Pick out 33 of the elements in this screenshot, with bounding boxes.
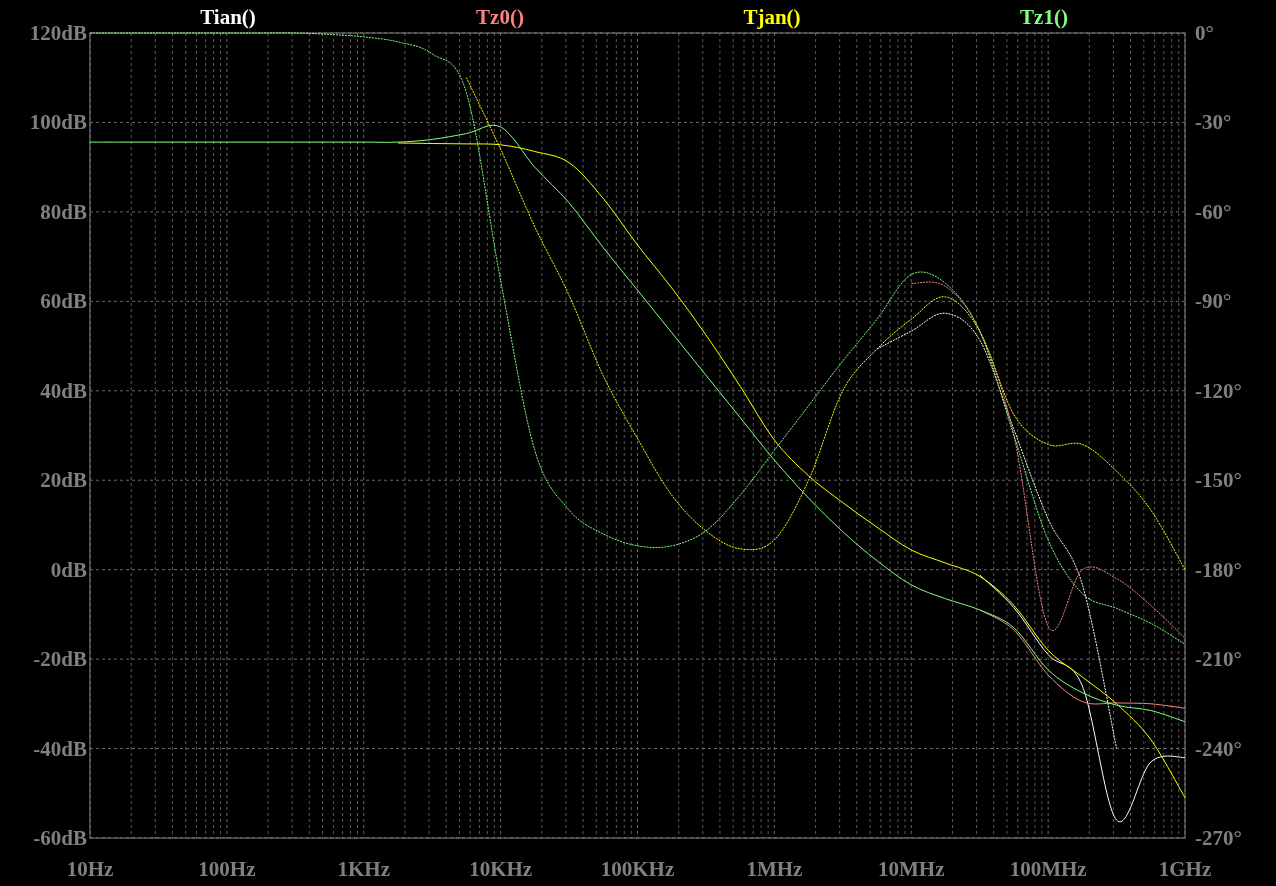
axis-label: -60° bbox=[1195, 199, 1232, 224]
axis-label: -30° bbox=[1195, 110, 1232, 135]
axis-label: 60dB bbox=[40, 289, 87, 314]
axis-label: -270° bbox=[1195, 826, 1242, 850]
axis-label: 10Hz bbox=[66, 857, 114, 881]
axis-label: -20dB bbox=[33, 647, 87, 672]
legend-label: Tz0() bbox=[476, 5, 524, 29]
axis-label: 1GHz bbox=[1158, 857, 1212, 881]
legend-label: Tz1() bbox=[1020, 5, 1068, 29]
legend-label: Tjan() bbox=[743, 5, 801, 29]
axis-label: 1MHz bbox=[746, 857, 803, 881]
axis-label: 100Hz bbox=[198, 857, 256, 881]
axis-label: -150° bbox=[1195, 468, 1242, 493]
axis-label: 10MHz bbox=[878, 857, 945, 881]
axis-label: -240° bbox=[1195, 736, 1242, 761]
axis-label: 10KHz bbox=[469, 857, 533, 881]
axis-label: 20dB bbox=[40, 468, 87, 493]
axis-label: 1KHz bbox=[337, 857, 390, 881]
axis-label: 100KHz bbox=[600, 857, 675, 881]
axis-label: -180° bbox=[1195, 557, 1242, 582]
axis-label: -210° bbox=[1195, 647, 1242, 672]
axis-label: 0° bbox=[1195, 21, 1214, 45]
axis-label: 100dB bbox=[29, 110, 87, 135]
legend-label: Tian() bbox=[200, 5, 256, 29]
axis-label: -60dB bbox=[33, 826, 87, 850]
axis-label: -120° bbox=[1195, 378, 1242, 403]
axis-label: -40dB bbox=[33, 736, 87, 761]
axis-label: 0dB bbox=[50, 557, 87, 582]
axis-label: 40dB bbox=[40, 378, 87, 403]
axis-label: -90° bbox=[1195, 289, 1232, 314]
axis-label: 100MHz bbox=[1009, 857, 1087, 881]
axis-label: 120dB bbox=[29, 21, 87, 45]
axis-label: 80dB bbox=[40, 199, 87, 224]
